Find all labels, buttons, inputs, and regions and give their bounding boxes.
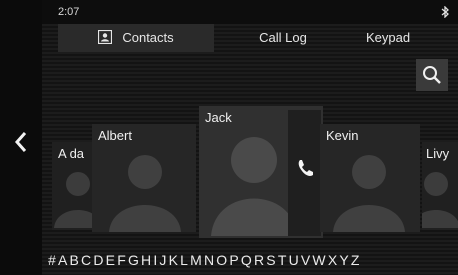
alphabet-index: # A B C D E F G H I J K L M N O P Q R S … [48,250,458,270]
contact-name: Albert [98,128,132,143]
alpha-j[interactable]: J [159,250,166,270]
status-bar: 2:07 [42,0,458,24]
back-button[interactable] [8,125,34,159]
alpha-z[interactable]: Z [351,250,360,270]
alpha-i[interactable]: I [153,250,157,270]
tab-call-log[interactable]: Call Log [238,24,328,52]
contact-card-a-da[interactable]: A da [52,142,92,230]
contact-card-icon [98,30,113,44]
avatar-silhouette-icon [333,155,405,232]
phone-icon [298,160,313,176]
chevron-left-icon [14,132,27,152]
alpha-p[interactable]: P [229,250,238,270]
alpha-d[interactable]: D [93,250,103,270]
search-button[interactable] [416,59,448,91]
clock: 2:07 [58,6,80,18]
alpha-y[interactable]: Y [339,250,348,270]
alpha-c[interactable]: C [81,250,91,270]
alpha-t[interactable]: T [278,250,287,270]
alpha-k[interactable]: K [169,250,178,270]
alpha-q[interactable]: Q [241,250,252,270]
contact-name: Livy [426,146,450,161]
contact-name: Jack [205,110,232,125]
avatar-silhouette-icon [211,137,297,236]
avatar-silhouette-icon [422,172,458,228]
alpha-g[interactable]: G [128,250,139,270]
bluetooth-icon [441,6,449,18]
contact-card-kevin[interactable]: Kevin [320,124,420,232]
tab-bar: Contacts Call Log Keypad [58,24,448,52]
alpha-s[interactable]: S [266,250,275,270]
alpha-r[interactable]: R [254,250,264,270]
tab-contacts-label: Contacts [122,30,174,45]
contact-card-albert[interactable]: Albert [92,124,196,232]
avatar-silhouette-icon [54,172,92,228]
alpha-hash[interactable]: # [48,250,56,270]
contact-card-livy[interactable]: Livy [422,142,458,230]
avatar-silhouette-icon [109,155,181,232]
alpha-n[interactable]: N [204,250,214,270]
contact-name: A da [58,146,85,161]
tab-contacts[interactable]: Contacts [58,24,214,52]
alpha-u[interactable]: U [289,250,299,270]
alpha-e[interactable]: E [106,250,115,270]
alpha-f[interactable]: F [117,250,126,270]
alpha-h[interactable]: H [141,250,151,270]
tab-keypad[interactable]: Keypad [338,24,438,52]
alpha-v[interactable]: V [301,250,310,270]
alpha-a[interactable]: A [58,250,67,270]
alpha-l[interactable]: L [180,250,188,270]
alpha-x[interactable]: X [328,250,337,270]
search-icon [423,66,441,84]
alpha-w[interactable]: W [312,250,325,270]
alpha-o[interactable]: O [216,250,227,270]
alpha-b[interactable]: B [70,250,79,270]
contact-name: Kevin [326,128,359,143]
alpha-m[interactable]: M [190,250,202,270]
